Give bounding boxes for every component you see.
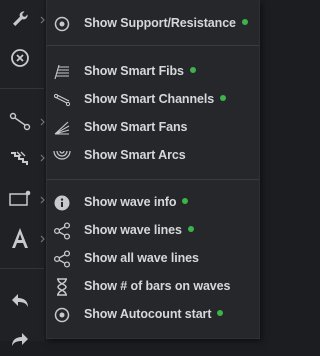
hourglass-icon [53, 278, 71, 296]
undo-icon[interactable] [0, 283, 40, 317]
menu-item-show-smart-fans[interactable]: Show Smart Fans [47, 114, 259, 142]
menu-item-label: Show Smart Arcs [84, 148, 186, 162]
redo-icon[interactable] [0, 322, 40, 356]
menu-item-label: Show Smart Channels [84, 92, 215, 106]
toolbar-divider [0, 268, 44, 269]
menu-item-show-wave-lines[interactable]: Show wave lines [47, 217, 259, 245]
active-indicator [182, 198, 189, 204]
text-tool-icon[interactable] [0, 221, 40, 255]
menu-item-label: Show wave info [84, 195, 177, 209]
menu-item-show-wave-info[interactable]: Show wave info [47, 189, 259, 217]
radio-dot-icon [53, 15, 71, 33]
fib-tool-icon[interactable] [0, 141, 40, 175]
fans-icon [53, 119, 71, 137]
menu-divider [47, 179, 259, 180]
menu-item-show-all-wave-lines[interactable]: Show all wave lines [47, 245, 259, 273]
toolbar-divider [0, 88, 44, 89]
menu-item-show-smart-channels[interactable]: Show Smart Channels [47, 86, 259, 114]
wrench-icon[interactable] [0, 2, 40, 36]
share-icon [53, 250, 71, 268]
menu-item-label: Show wave lines [84, 223, 182, 237]
close-circle-icon[interactable] [0, 41, 40, 75]
channels-icon [53, 91, 71, 109]
active-indicator [189, 67, 196, 73]
fibs-icon [53, 63, 71, 81]
menu-divider [47, 45, 259, 46]
menu-item-show-smart-arcs[interactable]: Show Smart Arcs [47, 142, 259, 170]
line-tool-icon[interactable] [0, 104, 40, 138]
menu-item-label: Show Smart Fans [84, 120, 188, 134]
active-indicator [217, 310, 224, 316]
menu-item-label: Show Support/Resistance [84, 16, 236, 30]
active-indicator [241, 19, 248, 25]
active-indicator [220, 95, 227, 101]
share-icon [53, 222, 71, 240]
menu-item-show-bars-on-waves[interactable]: Show # of bars on waves [47, 273, 259, 301]
menu-item-label: Show Smart Fibs [84, 64, 184, 78]
menu-item-label: Show # of bars on waves [84, 279, 231, 293]
radio-dot-icon [53, 306, 71, 324]
drawing-toolbar [0, 0, 45, 346]
info-icon [53, 194, 71, 212]
menu-item-show-smart-fibs[interactable]: Show Smart Fibs [47, 58, 259, 86]
active-indicator [187, 226, 194, 232]
smart-tools-menu: Show Support/Resistance Show Smart Fibs … [46, 0, 260, 339]
arcs-icon [53, 147, 71, 165]
menu-item-show-autocount-start[interactable]: Show Autocount start [47, 301, 259, 329]
menu-item-show-support-resistance[interactable]: Show Support/Resistance [47, 10, 259, 38]
rectangle-tool-icon[interactable] [0, 182, 40, 216]
menu-item-label: Show all wave lines [84, 251, 199, 265]
menu-item-label: Show Autocount start [84, 307, 212, 321]
